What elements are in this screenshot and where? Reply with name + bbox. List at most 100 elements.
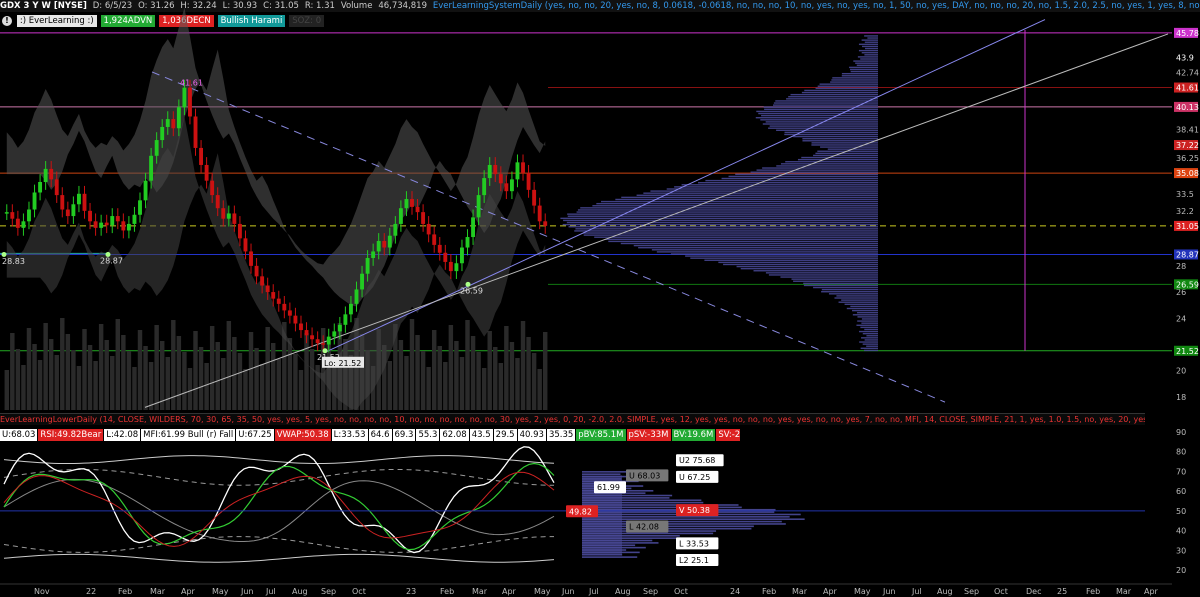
lower-badge: SV:-27.1M — [716, 429, 740, 441]
candle-body — [310, 335, 315, 340]
candle-body — [282, 303, 287, 311]
volume-bar — [459, 357, 465, 410]
candle-body — [426, 223, 431, 235]
x-tick-label: Oct — [994, 587, 1008, 596]
candle-body — [71, 204, 76, 217]
profile-bar — [817, 85, 878, 87]
profile-bar — [788, 96, 878, 98]
volume-bar — [26, 328, 32, 410]
lower-profile-bar — [582, 556, 638, 558]
candle-body — [115, 216, 120, 222]
volume-bar — [4, 370, 9, 410]
candle-body — [160, 126, 165, 141]
profile-bar — [704, 259, 878, 261]
x-tick-label: Feb — [440, 587, 454, 596]
candle-body — [448, 261, 453, 272]
candle-body — [487, 164, 492, 179]
candle-body — [271, 292, 276, 299]
profile-bar — [728, 175, 878, 178]
profile-bar — [832, 77, 878, 79]
volume-bar — [526, 337, 531, 410]
lower-badge: 62.08 — [440, 429, 469, 441]
x-tick-label: Apr — [823, 587, 838, 596]
volume-bar — [15, 349, 21, 410]
volume-bar — [198, 347, 204, 410]
profile-bar — [643, 192, 878, 194]
lower-y-tick: 50 — [1176, 507, 1186, 516]
profile-bar — [791, 278, 878, 280]
price-chart[interactable]: 42.74 38.41 36.25 33.5 32.2 28 26 24 20 18 45.78 43… — [0, 0, 1200, 597]
y-tick-label: 20 — [1176, 367, 1186, 376]
profile-bar — [841, 299, 878, 301]
lower-badge: pBV:85.1M — [576, 429, 626, 441]
x-tick-label: Oct — [674, 587, 688, 596]
candle-body — [471, 217, 476, 238]
profile-bar — [850, 305, 878, 308]
candle-body — [249, 251, 253, 266]
lower-badge: BV:19.6M — [671, 429, 716, 441]
lower-value-label: L 42.08 — [629, 523, 659, 532]
candle-body — [65, 209, 70, 217]
lower-value-label: L 33.53 — [679, 539, 709, 548]
lower-study-header[interactable]: EverLearningLowerDaily (14, CLOSE, WILDE… — [0, 413, 1145, 425]
candle-body — [38, 182, 43, 193]
profile-bar — [583, 232, 878, 234]
volume-bar — [54, 355, 59, 410]
volume-bar — [543, 332, 548, 410]
profile-bar — [776, 129, 878, 131]
volume-bar — [187, 368, 193, 410]
profile-bar — [633, 244, 878, 247]
volume-bar — [137, 330, 143, 410]
volume-bar — [415, 335, 420, 410]
x-tick-label: Jun — [561, 587, 575, 596]
profile-bar — [803, 282, 878, 285]
profile-bar — [560, 217, 878, 220]
volume-bar — [426, 367, 431, 410]
candle-body — [465, 237, 470, 248]
lower-study-label[interactable]: EverLearningLowerDaily (14, CLOSE, WILDE… — [0, 415, 1145, 424]
lower-badge: 43.5 — [469, 429, 493, 441]
candle-body — [276, 298, 281, 304]
profile-bar — [841, 75, 878, 77]
candle-body — [532, 189, 537, 206]
profile-bar — [651, 249, 878, 251]
lower-y-tick: 30 — [1176, 546, 1186, 555]
candle-body — [215, 195, 220, 209]
volume-bar — [443, 362, 448, 410]
candle-body — [410, 199, 414, 207]
candle-body — [415, 206, 420, 213]
candle-body — [171, 119, 176, 129]
volume-bar — [115, 319, 121, 410]
volume-bar — [304, 333, 309, 410]
x-tick-label: Apr — [502, 587, 517, 596]
x-tick-label: Oct — [352, 587, 366, 596]
volume-bar — [93, 361, 98, 410]
profile-bar — [583, 234, 878, 236]
volume-bar — [126, 351, 132, 410]
volume-bar — [204, 363, 209, 410]
profile-bar — [850, 70, 878, 73]
candle-body — [354, 289, 359, 304]
volume-bar — [409, 319, 415, 410]
y-tick-label: 32.2 — [1176, 207, 1194, 216]
candle-body — [421, 212, 426, 224]
profile-bar — [698, 182, 878, 184]
volume-bar — [37, 360, 43, 410]
x-tick-label: Jun — [240, 587, 254, 596]
volume-bar — [165, 357, 170, 410]
chart-annotation: 28.87 — [100, 256, 123, 265]
volume-bar — [498, 363, 504, 410]
x-tick-label: 25 — [1057, 587, 1067, 596]
x-tick-label: Jul — [911, 587, 922, 596]
lower-badge: RSI:49.82Bear — [38, 429, 104, 441]
chart-annotation: 26.59 — [460, 286, 483, 295]
lower-value-label: U2 75.68 — [679, 456, 715, 465]
profile-bar — [562, 223, 878, 226]
profile-bar — [575, 228, 878, 230]
x-tick-label: Mar — [472, 587, 488, 596]
candle-body — [154, 140, 159, 156]
profile-bar — [753, 270, 878, 272]
candle-body — [49, 168, 54, 180]
profile-bar — [836, 295, 878, 297]
price-tag-label: 45.78 — [1176, 29, 1199, 38]
